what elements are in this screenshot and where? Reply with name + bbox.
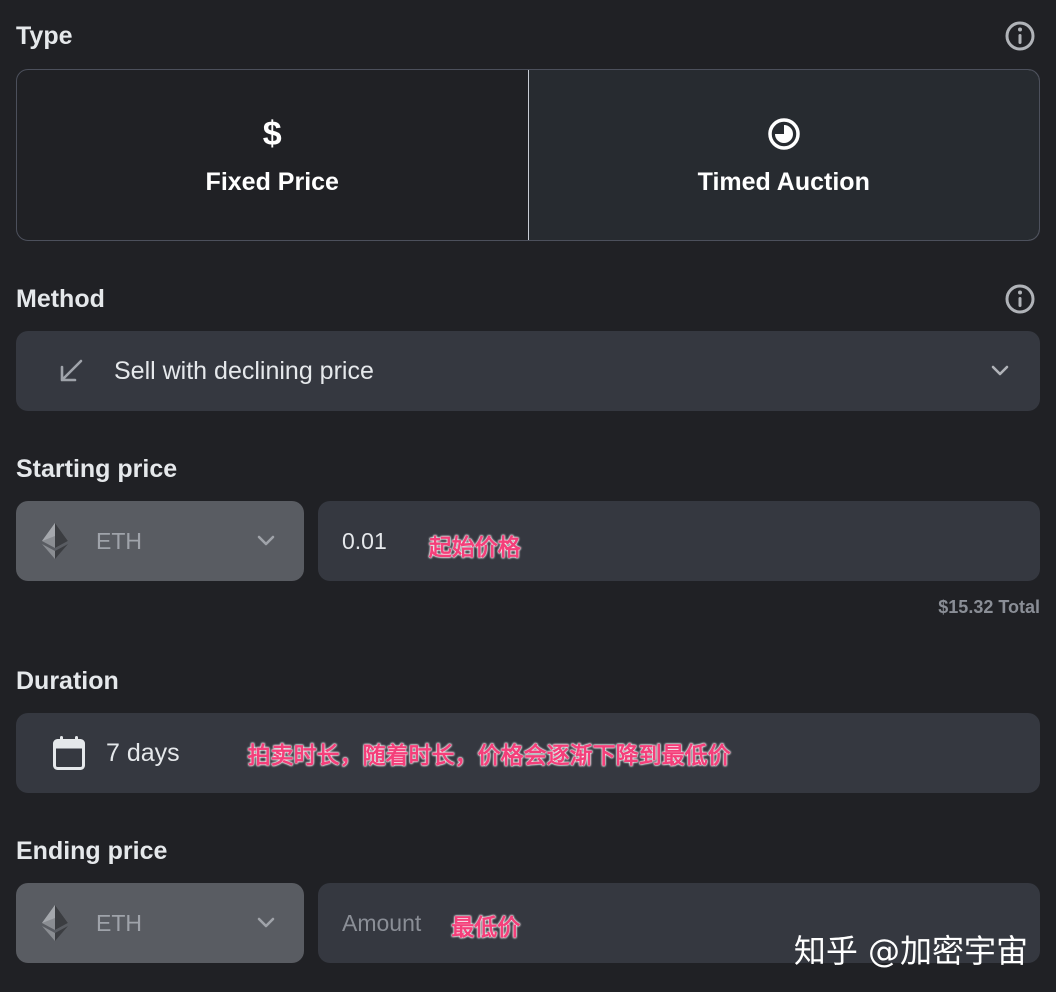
info-icon[interactable] (1004, 283, 1036, 315)
starting-price-input[interactable]: 0.01 起始价格 (318, 501, 1040, 581)
dollar-icon: $ (262, 114, 282, 153)
total-price: $15.32 Total (938, 597, 1040, 617)
method-select[interactable]: Sell with declining price (16, 331, 1040, 411)
chevron-down-icon (257, 535, 275, 546)
arrow-down-left-icon (60, 359, 83, 382)
duration-picker[interactable]: 7 days 拍卖时长，随着时长，价格会逐渐下降到最低价 (16, 713, 1040, 793)
duration-value: 7 days (106, 738, 180, 767)
method-value: Sell with declining price (114, 356, 374, 385)
timed-auction-label: Timed Auction (697, 167, 870, 196)
clock-icon (768, 117, 800, 150)
ending-price-annotation: 最低价 (451, 915, 521, 941)
starting-price-value: 0.01 (342, 527, 387, 554)
info-icon[interactable] (1004, 20, 1036, 52)
currency-value: ETH (96, 909, 142, 936)
calendar-icon (53, 736, 85, 770)
fixed-price-option[interactable]: $ Fixed Price (17, 70, 528, 240)
starting-price-annotation: 起始价格 (428, 535, 521, 561)
timed-auction-option[interactable]: Timed Auction (527, 70, 1039, 240)
type-label: Type (16, 22, 73, 50)
currency-value: ETH (96, 527, 142, 554)
duration-annotation: 拍卖时长，随着时长，价格会逐渐下降到最低价 (247, 743, 731, 769)
fixed-price-label: Fixed Price (205, 167, 339, 196)
starting-price-label: Starting price (16, 455, 178, 483)
method-label: Method (16, 285, 105, 313)
chevron-down-icon (991, 365, 1009, 376)
ending-price-label: Ending price (16, 837, 168, 865)
eth-icon (42, 905, 68, 941)
duration-label: Duration (16, 667, 119, 695)
type-selector: $ Fixed Price Timed Auction (16, 69, 1040, 241)
chevron-down-icon (257, 917, 275, 928)
watermark: 知乎 @加密宇宙 (793, 932, 1028, 970)
starting-currency-select[interactable]: ETH (16, 501, 304, 581)
ending-price-placeholder: Amount (342, 909, 422, 936)
eth-icon (42, 523, 68, 559)
ending-currency-select[interactable]: ETH (16, 883, 304, 963)
